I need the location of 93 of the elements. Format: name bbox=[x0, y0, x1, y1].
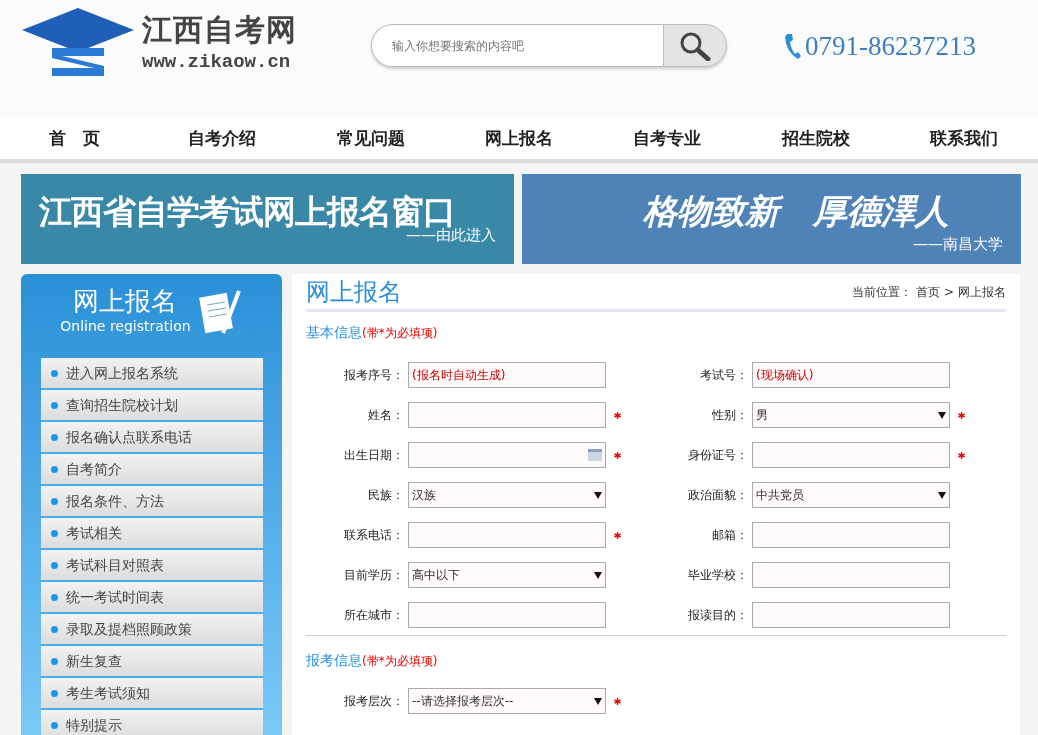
sidebar-item[interactable]: 进入网上报名系统 bbox=[41, 358, 263, 390]
bullet-icon bbox=[51, 497, 58, 505]
nav-link[interactable]: 自考专业 bbox=[593, 125, 742, 152]
nav-link[interactable]: 常见问题 bbox=[296, 125, 445, 152]
field-label: 联系电话： bbox=[343, 527, 404, 544]
field-label: 毕业学校： bbox=[687, 567, 748, 584]
input-field[interactable] bbox=[752, 562, 950, 588]
input-field[interactable] bbox=[752, 522, 950, 548]
nav-link[interactable]: 网上报名 bbox=[444, 125, 594, 152]
field-label: 报考序号： bbox=[343, 367, 404, 384]
sidebar-item[interactable]: 考生考试须知 bbox=[41, 678, 263, 710]
section-title: 报考信息 bbox=[306, 651, 362, 670]
input-field[interactable]: (现场确认) bbox=[752, 362, 950, 388]
phone-icon bbox=[783, 32, 801, 61]
caret-icon bbox=[938, 491, 946, 499]
sidebar-item[interactable]: 考试相关 bbox=[41, 518, 263, 550]
field-label: 民族： bbox=[367, 487, 404, 504]
nav-link[interactable]: 首 页 bbox=[0, 125, 149, 152]
sidebar-item[interactable]: 新生复查 bbox=[41, 646, 263, 678]
phone-number: 0791-86237213 bbox=[805, 30, 976, 63]
bullet-icon bbox=[51, 657, 58, 665]
site-title: 江西自考网 bbox=[142, 14, 297, 45]
bullet-icon bbox=[51, 465, 58, 473]
sidebar-title: 网上报名 bbox=[72, 287, 179, 316]
caret-icon bbox=[594, 491, 602, 499]
bullet-icon bbox=[51, 561, 58, 569]
field-label: 考试号： bbox=[699, 367, 748, 384]
required-note: (带*为必填项) bbox=[362, 654, 438, 670]
input-field[interactable]: (报名时自动生成) bbox=[408, 362, 606, 388]
sidebar-item[interactable]: 报名条件、方法 bbox=[41, 486, 263, 518]
field-label: 出生日期： bbox=[343, 447, 404, 464]
breadcrumb-label: 当前位置： bbox=[851, 283, 912, 301]
input-field[interactable] bbox=[752, 602, 950, 628]
search-icon bbox=[679, 30, 711, 61]
logo-icon bbox=[22, 8, 134, 78]
banner-title: 格物致新 厚德澤人 bbox=[641, 190, 950, 233]
field-label: 身份证号： bbox=[687, 447, 748, 464]
nav-link[interactable]: 招生院校 bbox=[741, 125, 890, 152]
nav-link[interactable]: 自考介绍 bbox=[148, 125, 297, 152]
notepad-pen-icon bbox=[198, 289, 243, 335]
bullet-icon bbox=[51, 433, 58, 441]
nav-link[interactable]: 联系我们 bbox=[889, 125, 1038, 152]
page-title: 网上报名 bbox=[306, 276, 402, 308]
sidebar-item[interactable]: 自考简介 bbox=[41, 454, 263, 486]
input-field[interactable] bbox=[752, 442, 950, 468]
bullet-icon bbox=[51, 369, 58, 377]
dropdown[interactable]: 男 bbox=[752, 402, 950, 428]
sidebar-item[interactable]: 查询招生院校计划 bbox=[41, 390, 263, 422]
sidebar-item[interactable]: 特别提示 bbox=[41, 710, 263, 735]
dropdown[interactable]: 汉族 bbox=[408, 482, 606, 508]
field-label: 姓名： bbox=[367, 407, 404, 424]
sidebar-item[interactable]: 报名确认点联系电话 bbox=[41, 422, 263, 454]
bullet-icon bbox=[51, 625, 58, 633]
banner[interactable]: 格物致新 厚德澤人 ——南昌大学 bbox=[522, 174, 1021, 264]
breadcrumb-link[interactable]: 首页 bbox=[915, 282, 940, 301]
banner-title: 江西省自学考试网上报名窗口 bbox=[39, 195, 455, 228]
input-field[interactable] bbox=[408, 522, 606, 548]
banner-subtitle: ——由此进入 bbox=[406, 228, 496, 243]
field-label: 所在城市： bbox=[343, 607, 404, 624]
required-note: (带*为必填项) bbox=[362, 326, 438, 342]
sidebar-subtitle: Online registration bbox=[60, 316, 191, 336]
banner-subtitle: ——南昌大学 bbox=[912, 237, 1003, 252]
bullet-icon bbox=[51, 721, 58, 729]
caret-icon bbox=[594, 697, 602, 705]
breadcrumb-separator: > bbox=[943, 283, 954, 301]
search-button[interactable] bbox=[663, 24, 727, 67]
search-field[interactable]: 输入你想要搜索的内容吧 bbox=[371, 24, 663, 67]
site-url: www.zikaow.cn bbox=[142, 52, 292, 72]
bullet-icon bbox=[51, 689, 58, 697]
dropdown[interactable]: 中共党员 bbox=[752, 482, 950, 508]
field-label: 报考层次： bbox=[343, 693, 404, 710]
field-label: 政治面貌： bbox=[687, 487, 748, 504]
caret-icon bbox=[938, 411, 946, 419]
field-label: 目前学历： bbox=[343, 567, 404, 584]
bullet-icon bbox=[51, 401, 58, 409]
bullet-icon bbox=[51, 529, 58, 537]
calendar-icon bbox=[588, 449, 602, 461]
input-field[interactable] bbox=[408, 402, 606, 428]
sidebar-item[interactable]: 统一考试时间表 bbox=[41, 582, 263, 614]
dropdown[interactable]: 高中以下 bbox=[408, 562, 606, 588]
field-label: 邮箱： bbox=[711, 527, 748, 544]
banner[interactable]: 江西省自学考试网上报名窗口 ——由此进入 bbox=[21, 174, 514, 264]
caret-icon bbox=[594, 571, 602, 579]
field-label: 性别： bbox=[711, 407, 748, 424]
section-title: 基本信息 bbox=[306, 323, 362, 342]
input-field[interactable] bbox=[408, 602, 606, 628]
sidebar-item[interactable]: 考试科目对照表 bbox=[41, 550, 263, 582]
dropdown[interactable]: --请选择报考层次-- bbox=[408, 688, 606, 714]
date-field[interactable] bbox=[408, 442, 606, 468]
sidebar-item[interactable]: 录取及提档照顾政策 bbox=[41, 614, 263, 646]
bullet-icon bbox=[51, 593, 58, 601]
breadcrumb-link[interactable]: 网上报名 bbox=[958, 282, 1006, 301]
field-label: 报读目的： bbox=[687, 607, 748, 624]
